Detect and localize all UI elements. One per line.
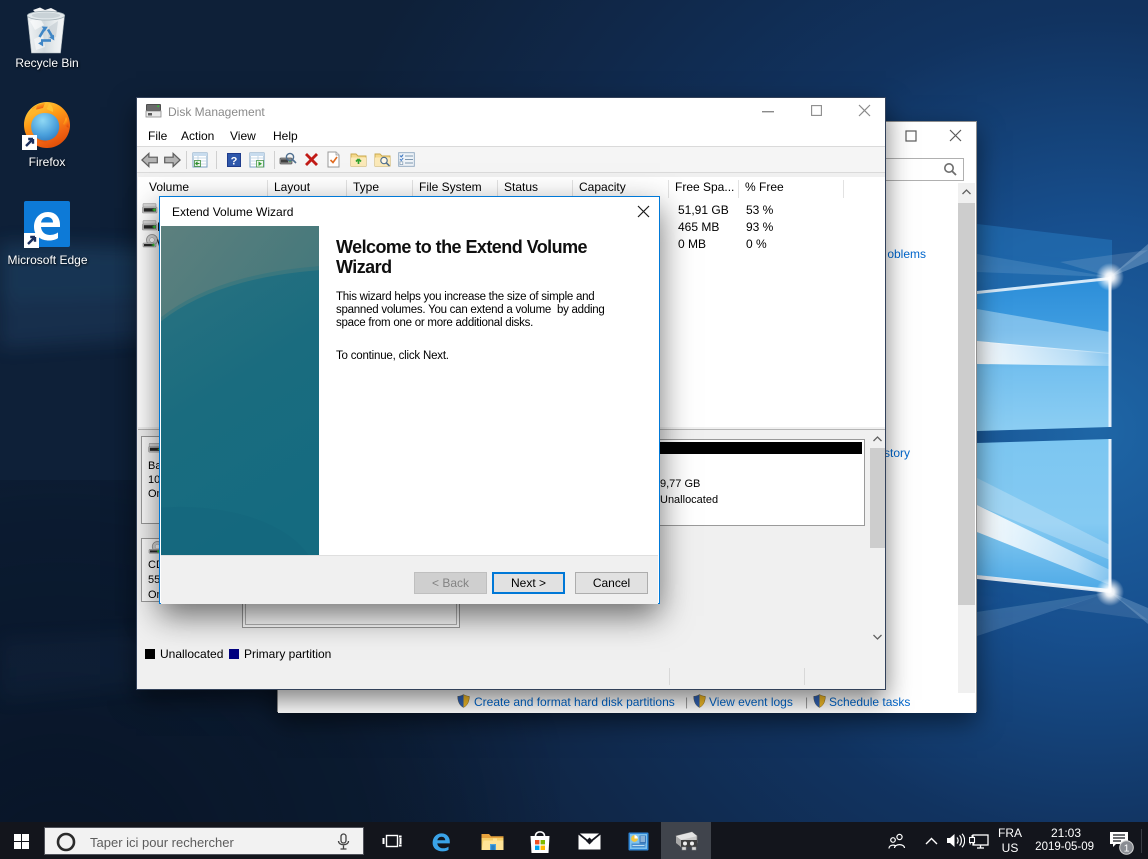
svg-text:1: 1: [1124, 842, 1130, 854]
svg-text:?: ?: [231, 156, 238, 168]
